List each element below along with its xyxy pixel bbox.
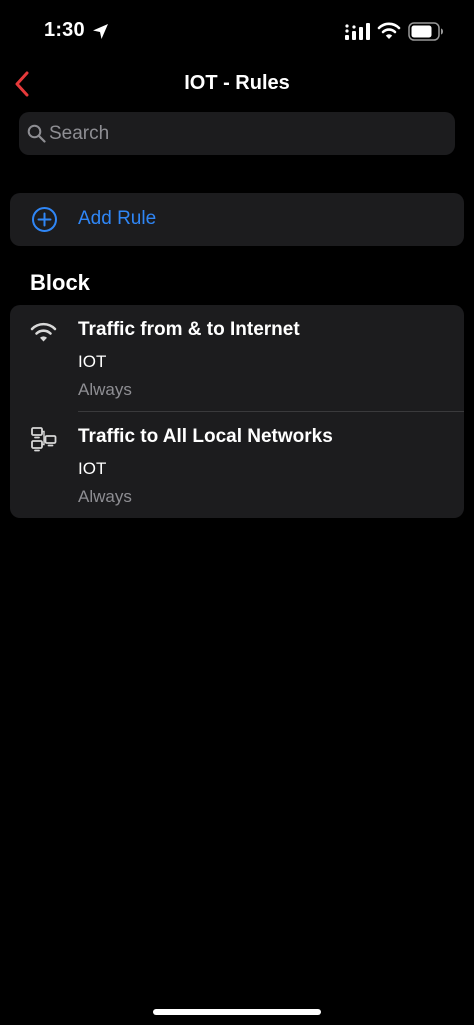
rule-row-internet[interactable]: Traffic from & to Internet IOT Always xyxy=(10,305,464,411)
rule-schedule: Always xyxy=(78,380,132,399)
rule-row-local-networks[interactable]: Traffic to All Local Networks IOT Always xyxy=(10,412,464,518)
rule-schedule: Always xyxy=(78,487,132,506)
cellular-signal-icon xyxy=(345,23,370,40)
home-indicator[interactable] xyxy=(153,1009,321,1015)
rule-network: IOT xyxy=(78,459,107,478)
search-input[interactable] xyxy=(49,112,445,155)
local-networks-icon xyxy=(31,427,57,452)
status-time: 1:30 xyxy=(44,19,85,41)
location-arrow-icon xyxy=(93,24,108,39)
navigation-bar: IOT - Rules xyxy=(0,62,474,106)
wifi-icon xyxy=(30,322,57,342)
status-bar: 1:30 xyxy=(0,0,474,60)
rule-title: Traffic from & to Internet xyxy=(78,319,300,340)
section-header-block: Block xyxy=(30,270,90,295)
add-rule-button[interactable]: Add Rule xyxy=(10,193,464,246)
rule-network: IOT xyxy=(78,352,107,371)
rules-list: Traffic from & to Internet IOT Always Tr… xyxy=(10,305,464,518)
status-wifi-icon xyxy=(377,22,401,39)
rule-title: Traffic to All Local Networks xyxy=(78,426,333,447)
search-icon xyxy=(27,124,46,143)
search-bar[interactable] xyxy=(19,112,455,155)
add-rule-label: Add Rule xyxy=(78,208,157,229)
battery-icon xyxy=(408,22,443,41)
page-title: IOT - Rules xyxy=(184,72,290,94)
plus-circle-icon xyxy=(32,207,57,232)
